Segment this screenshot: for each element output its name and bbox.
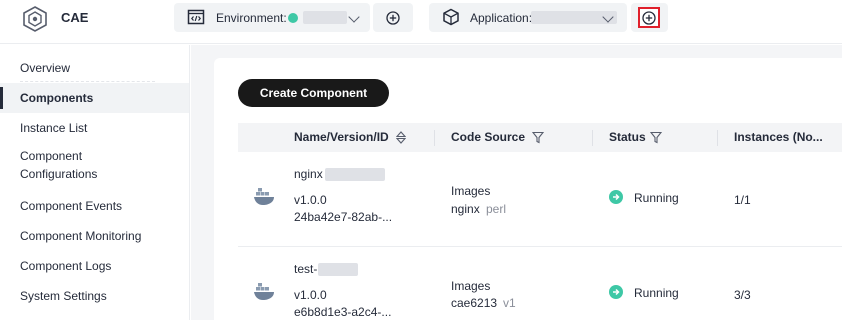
environment-value [303,11,347,24]
column-header-name[interactable]: Name/Version/ID [294,130,389,144]
docker-icon [254,188,274,205]
component-name-hidden [318,263,358,276]
environment-code-icon [187,9,205,25]
environment-label: Environment: [216,11,287,25]
sidebar-item-component-logs[interactable]: Component Logs [0,251,189,281]
create-component-button[interactable]: Create Component [238,79,389,107]
add-circle-icon [642,11,656,25]
status-text: Running [634,286,679,300]
sidebar-item-overview[interactable]: Overview [0,53,189,83]
sidebar: Overview Components Instance List Compon… [0,45,190,320]
code-source-tag: perl [486,202,507,216]
code-source-name: nginx [451,202,480,216]
docker-icon [254,283,274,300]
sort-icon[interactable] [396,131,406,144]
add-environment-button[interactable] [373,3,413,32]
column-divider [717,130,718,146]
filter-icon[interactable] [650,131,662,144]
code-source-type: Images [451,184,491,198]
nav-divider [20,81,155,82]
column-header-code-source: Code Source [451,130,526,144]
component-name[interactable]: nginx [294,167,323,181]
application-selector[interactable]: Application: [429,3,627,32]
code-source-type: Images [451,279,491,293]
cae-logo-icon [23,6,47,32]
running-status-icon [609,190,623,204]
application-label: Application: [470,11,533,25]
code-source-tag: v1 [503,296,516,310]
status-text: Running [634,191,679,205]
row-divider [238,246,842,247]
running-status-icon [609,285,623,299]
chevron-down-icon [348,11,360,23]
component-version: v1.0.0 [294,193,327,207]
column-divider [434,130,435,146]
top-bar: CAE Environment: Application: [0,0,842,44]
table-header: Name/Version/ID Code Source Status Insta… [238,123,842,152]
sidebar-item-component-configurations[interactable]: Component Configurations [0,143,150,187]
instances-count: 1/1 [734,193,751,207]
sidebar-item-component-monitoring[interactable]: Component Monitoring [0,221,189,251]
application-cube-icon [443,8,459,26]
environment-selector[interactable]: Environment: [174,3,370,32]
column-divider [592,130,593,146]
code-source-name: cae6213 [451,296,498,310]
add-application-button[interactable] [638,7,660,28]
column-header-instances: Instances (No... [734,130,823,144]
environment-status-icon [288,13,298,23]
add-circle-icon [386,11,400,25]
column-header-status: Status [609,130,646,144]
component-version: v1.0.0 [294,288,327,302]
sidebar-item-system-settings[interactable]: System Settings [0,281,189,311]
sidebar-item-components[interactable]: Components [0,83,189,113]
component-name[interactable]: test- [294,262,317,276]
sidebar-item-instance-list[interactable]: Instance List [0,113,189,143]
brand-title: CAE [61,10,89,25]
component-name-hidden [325,168,385,181]
filter-icon[interactable] [532,131,544,144]
component-id: 24ba42e7-82ab-... [294,210,393,224]
instances-count: 3/3 [734,288,751,302]
sidebar-item-component-events[interactable]: Component Events [0,191,189,221]
component-id: e6b8d1e3-a2c4-... [294,305,392,319]
